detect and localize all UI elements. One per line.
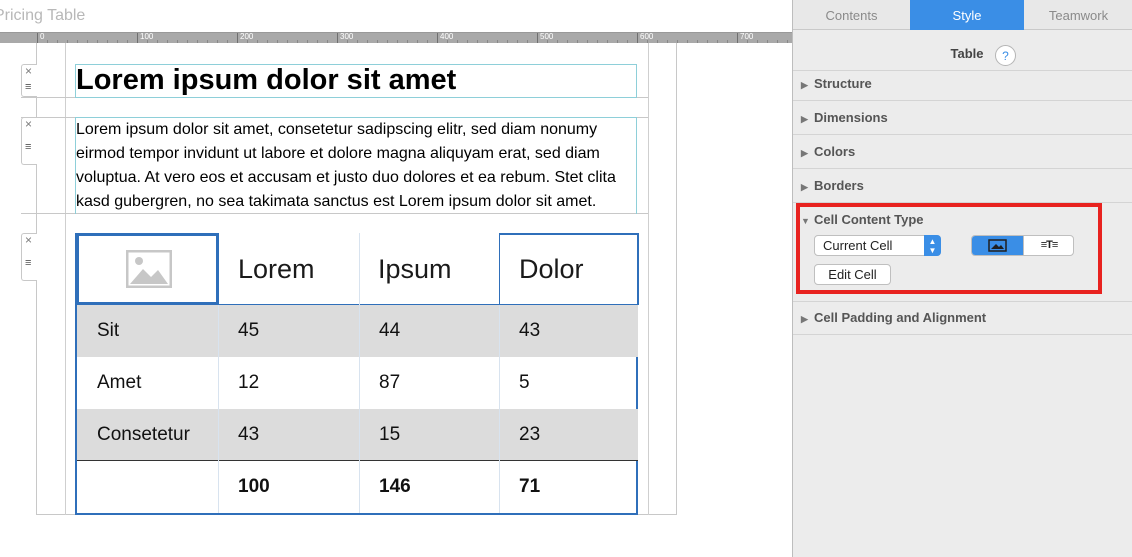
drag-handle-icon[interactable]: ≡ — [25, 142, 31, 153]
section-divider — [793, 168, 1132, 169]
row-label[interactable]: Consetetur — [97, 409, 190, 461]
column-divider — [218, 305, 219, 513]
document-title-text: Pricing Table — [0, 7, 86, 24]
editor-area: Pricing Table 0 100 200 300 400 500 600 … — [0, 0, 792, 557]
left-guide — [65, 43, 66, 515]
row-label[interactable]: Amet — [97, 357, 141, 409]
table-cell[interactable]: 45 — [238, 305, 259, 357]
section-divider — [793, 134, 1132, 135]
column-divider — [359, 233, 360, 513]
pricing-table[interactable]: Lorem Ipsum Dolor Sit 45 44 43 Amet 12 8… — [75, 233, 639, 515]
header-cell[interactable]: Ipsum — [358, 233, 499, 305]
ruler-tick — [437, 33, 438, 43]
column-divider — [499, 305, 500, 513]
ruler-minor-tick — [757, 40, 758, 43]
ruler-minor-tick — [677, 40, 678, 43]
total-cell[interactable]: 100 — [238, 461, 270, 513]
table-cell[interactable]: 15 — [379, 409, 400, 461]
image-cell-selected[interactable] — [76, 233, 219, 305]
section-divider — [793, 100, 1132, 101]
section-divider — [793, 301, 1132, 302]
section-colors[interactable]: ▶ Colors — [801, 144, 855, 159]
section-dimensions[interactable]: ▶ Dimensions — [801, 110, 888, 125]
ruler-tick — [637, 33, 638, 43]
ruler-minor-tick — [787, 40, 788, 43]
close-icon[interactable]: × — [25, 65, 32, 77]
inspector-tabs: Contents Style Teamwork — [793, 0, 1132, 30]
table-row: Sit 45 44 43 — [77, 305, 638, 357]
ruler-minor-tick — [747, 40, 748, 43]
paragraph-text[interactable]: Lorem ipsum dolor sit amet, consetetur s… — [76, 118, 636, 214]
right-guide — [648, 43, 649, 515]
ruler-minor-tick — [707, 40, 708, 43]
ruler-tick — [237, 33, 238, 43]
disclosure-right-icon: ▶ — [801, 114, 808, 124]
ruler-minor-tick — [777, 40, 778, 43]
table-cell[interactable]: 44 — [379, 305, 400, 357]
drag-handle-icon[interactable]: ≡ — [25, 82, 31, 93]
heading-text[interactable]: Lorem ipsum dolor sit amet — [76, 64, 456, 97]
inspector-panel: Contents Style Teamwork Table ? ▶ Structu… — [792, 0, 1132, 557]
total-cell[interactable]: 71 — [519, 461, 540, 513]
section-divider — [793, 70, 1132, 71]
section-structure[interactable]: ▶ Structure — [801, 76, 872, 91]
drag-handle-icon[interactable]: ≡ — [25, 258, 31, 269]
close-icon[interactable]: × — [25, 234, 32, 246]
tab-contents[interactable]: Contents — [793, 0, 910, 30]
ruler-tick — [337, 33, 338, 43]
close-icon[interactable]: × — [25, 118, 32, 130]
section-label: Borders — [814, 178, 864, 193]
disclosure-right-icon: ▶ — [801, 314, 808, 324]
ruler-minor-tick — [697, 40, 698, 43]
ruler-tick — [537, 33, 538, 43]
ruler-minor-tick — [687, 40, 688, 43]
tab-teamwork[interactable]: Teamwork — [1024, 0, 1132, 30]
table-cell[interactable]: 5 — [519, 357, 530, 409]
row-label[interactable]: Sit — [97, 305, 119, 357]
total-cell[interactable]: 146 — [379, 461, 411, 513]
header-cell[interactable]: Dolor — [499, 233, 638, 305]
table-cell[interactable]: 12 — [238, 357, 259, 409]
ruler-minor-tick — [717, 40, 718, 43]
disclosure-right-icon: ▶ — [801, 80, 808, 90]
horizontal-ruler[interactable]: 0 100 200 300 400 500 600 700 — [0, 32, 792, 43]
section-label: Colors — [814, 144, 856, 159]
image-placeholder-icon — [126, 250, 172, 288]
ruler-tick — [737, 33, 738, 43]
table-row: Amet 12 87 5 — [77, 357, 638, 409]
paragraph-block-handle[interactable]: × ≡ — [21, 117, 37, 165]
ruler-tick — [137, 33, 138, 43]
table-cell[interactable]: 23 — [519, 409, 540, 461]
table-block-handle[interactable]: × ≡ — [21, 233, 37, 281]
ruler-tick — [37, 33, 38, 43]
table-row: Consetetur 43 15 23 — [77, 409, 638, 461]
highlight-annotation — [796, 203, 1102, 294]
ruler-minor-tick — [727, 40, 728, 43]
section-label: Structure — [814, 76, 872, 91]
help-button[interactable]: ? — [995, 45, 1016, 66]
section-cell-padding[interactable]: ▶ Cell Padding and Alignment — [801, 310, 986, 325]
disclosure-right-icon: ▶ — [801, 182, 808, 192]
section-divider — [793, 334, 1132, 335]
inspector-title: Table — [950, 46, 984, 61]
table-cell[interactable]: 87 — [379, 357, 400, 409]
section-label: Dimensions — [814, 110, 888, 125]
disclosure-right-icon: ▶ — [801, 148, 808, 158]
section-borders[interactable]: ▶ Borders — [801, 178, 864, 193]
table-header-row: Lorem Ipsum Dolor — [76, 233, 639, 305]
ruler-label: 0 — [40, 32, 45, 41]
table-cell[interactable]: 43 — [519, 305, 540, 357]
app-window: Pricing Table 0 100 200 300 400 500 600 … — [0, 0, 1132, 557]
section-label: Cell Padding and Alignment — [814, 310, 987, 325]
header-cell[interactable]: Lorem — [218, 233, 358, 305]
table-total-row: 100 146 71 — [77, 461, 638, 513]
ruler-minor-tick — [767, 40, 768, 43]
tab-style[interactable]: Style — [910, 0, 1024, 30]
document-title: Pricing Table — [0, 0, 792, 32]
heading-block-handle[interactable]: × ≡ — [21, 64, 37, 97]
table-cell[interactable]: 43 — [238, 409, 259, 461]
